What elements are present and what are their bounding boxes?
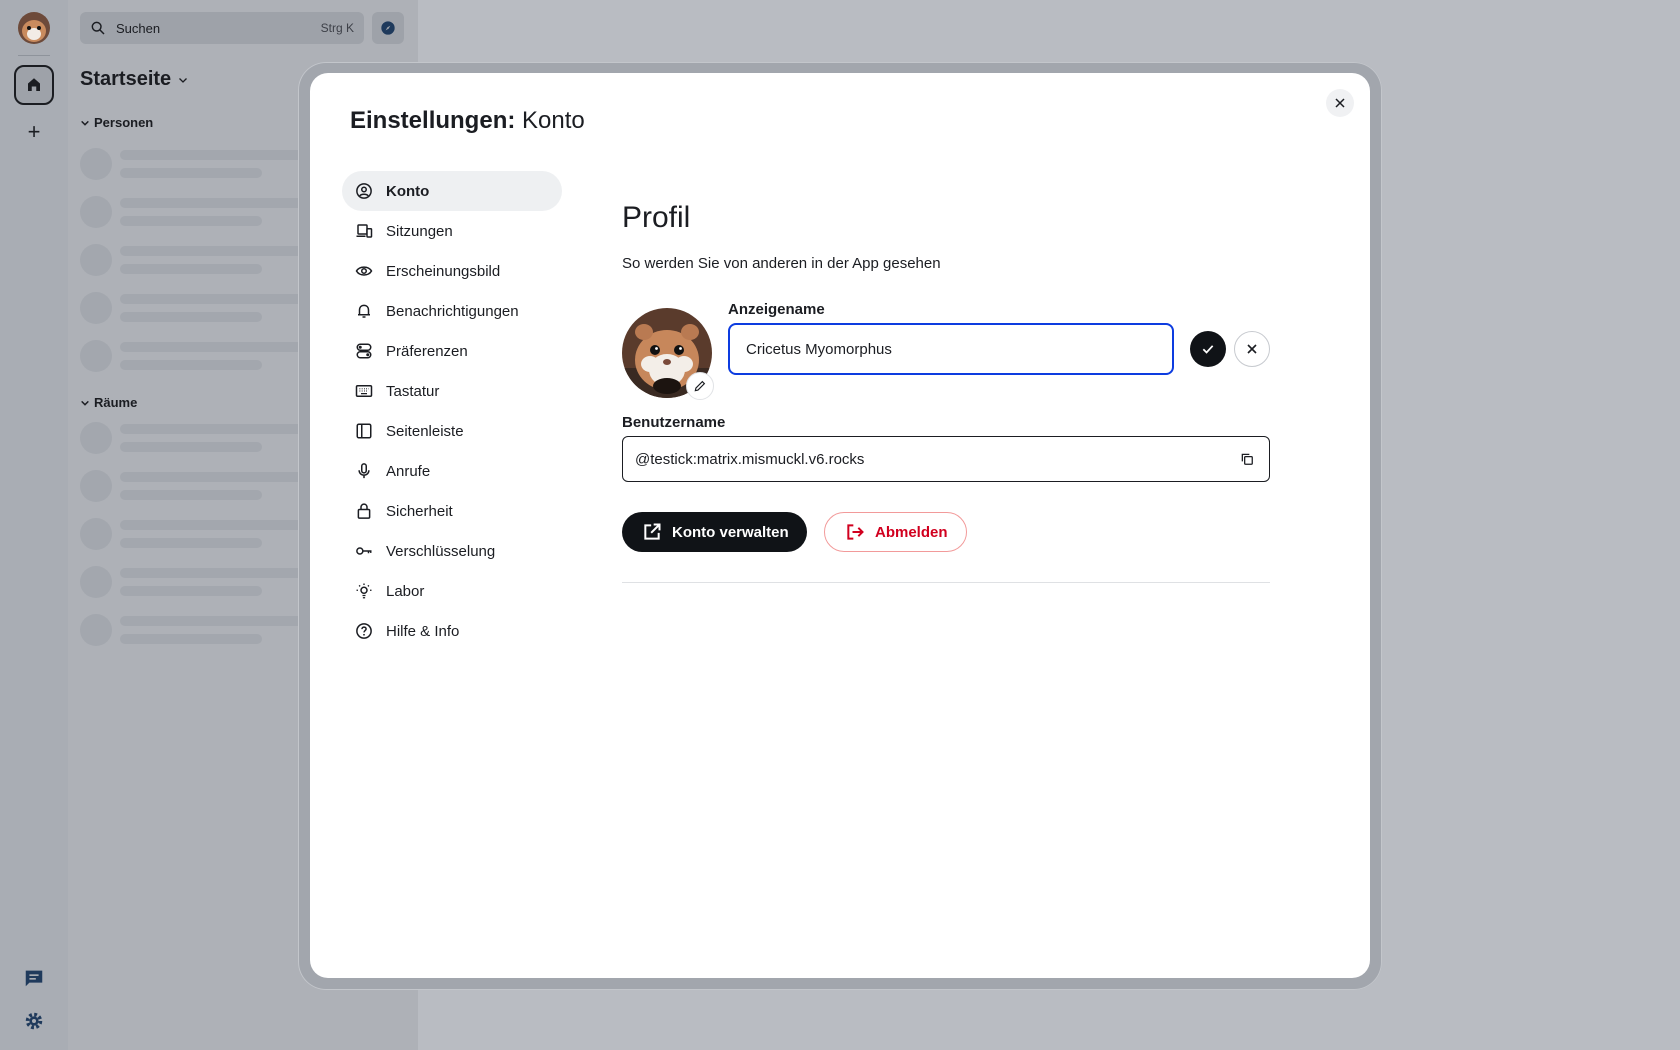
sign-out-icon bbox=[847, 524, 864, 540]
settings-nav: Konto Sitzungen Erscheinungsbild Benachr… bbox=[342, 171, 562, 651]
close-dialog-button[interactable] bbox=[1326, 89, 1354, 117]
spaces-separator bbox=[18, 55, 50, 56]
edit-avatar-button[interactable] bbox=[686, 372, 714, 400]
microphone-icon bbox=[354, 461, 374, 481]
dialog-title-section: Konto bbox=[522, 107, 585, 134]
close-icon bbox=[1335, 98, 1345, 108]
tab-benachrichtigungen[interactable]: Benachrichtigungen bbox=[342, 291, 562, 331]
tab-label: Erscheinungsbild bbox=[386, 262, 501, 280]
help-circle-icon bbox=[354, 621, 374, 641]
dialog-title-prefix: Einstellungen: bbox=[350, 107, 516, 134]
username-field: @testick:matrix.mismuckl.v6.rocks bbox=[622, 436, 1270, 482]
tab-sitzungen[interactable]: Sitzungen bbox=[342, 211, 562, 251]
key-icon bbox=[354, 541, 374, 561]
search-label: Suchen bbox=[116, 20, 161, 36]
display-name-input[interactable] bbox=[728, 323, 1174, 375]
tab-label: Tastatur bbox=[386, 382, 440, 400]
close-icon bbox=[1247, 344, 1257, 354]
logout-button[interactable]: Abmelden bbox=[824, 512, 967, 552]
tab-seitenleiste[interactable]: Seitenleiste bbox=[342, 411, 562, 451]
confirm-display-name-button[interactable] bbox=[1190, 331, 1226, 367]
user-circle-icon bbox=[354, 181, 374, 201]
chevron-down-icon bbox=[81, 120, 89, 126]
tab-label: Sicherheit bbox=[386, 502, 453, 520]
tab-hilfe-info[interactable]: Hilfe & Info bbox=[342, 611, 562, 651]
username-label: Benutzername bbox=[622, 414, 726, 431]
tab-label: Seitenleiste bbox=[386, 422, 464, 440]
search-icon bbox=[91, 21, 105, 35]
home-icon bbox=[28, 78, 40, 91]
explore-rooms-button[interactable] bbox=[372, 12, 404, 44]
settings-dialog: Einstellungen: Konto Konto Sitzungen Ers… bbox=[310, 73, 1370, 978]
tab-label: Präferenzen bbox=[386, 342, 468, 360]
tab-label: Anrufe bbox=[386, 462, 431, 480]
profile-subtitle: So werden Sie von anderen in der App ges… bbox=[622, 255, 941, 272]
tab-erscheinungsbild[interactable]: Erscheinungsbild bbox=[342, 251, 562, 291]
copy-icon[interactable] bbox=[1237, 449, 1257, 469]
bell-icon bbox=[354, 301, 374, 321]
tab-label: Konto bbox=[386, 182, 430, 200]
chevron-down-icon bbox=[179, 77, 188, 83]
username-value: @testick:matrix.mismuckl.v6.rocks bbox=[635, 450, 865, 468]
profile-avatar-container bbox=[622, 308, 714, 400]
tab-tastatur[interactable]: Tastatur bbox=[342, 371, 562, 411]
dialog-title: Einstellungen: Konto bbox=[350, 107, 585, 135]
manage-account-label: Konto verwalten bbox=[672, 523, 789, 541]
tab-praeferenzen[interactable]: Präferenzen bbox=[342, 331, 562, 371]
tab-sicherheit[interactable]: Sicherheit bbox=[342, 491, 562, 531]
tab-label: Benachrichtigungen bbox=[386, 302, 519, 320]
profile-section: Profil So werden Sie von anderen in der … bbox=[622, 201, 1270, 583]
rooms-section-label: Räume bbox=[94, 395, 138, 410]
section-divider bbox=[622, 582, 1270, 583]
user-avatar[interactable] bbox=[18, 12, 50, 44]
search-shortcut: Strg K bbox=[320, 21, 354, 35]
lightbulb-icon bbox=[354, 581, 374, 601]
search-button[interactable]: Suchen Strg K bbox=[80, 12, 364, 44]
sidebar-icon bbox=[354, 421, 374, 441]
tab-anrufe[interactable]: Anrufe bbox=[342, 451, 562, 491]
tab-label: Hilfe & Info bbox=[386, 622, 460, 640]
eye-icon bbox=[354, 261, 374, 281]
home-title: Startseite bbox=[80, 68, 172, 90]
tab-konto[interactable]: Konto bbox=[342, 171, 562, 211]
profile-heading: Profil bbox=[622, 201, 691, 234]
people-section-label: Personen bbox=[94, 115, 154, 130]
check-icon bbox=[1202, 345, 1214, 354]
home-space-button[interactable] bbox=[14, 65, 54, 105]
spaces-bar: + bbox=[0, 0, 68, 1050]
lock-icon bbox=[354, 501, 374, 521]
threads-icon[interactable] bbox=[20, 964, 48, 992]
tab-label: Labor bbox=[386, 582, 425, 600]
chevron-down-icon bbox=[81, 400, 89, 406]
home-header[interactable]: Startseite bbox=[80, 68, 189, 91]
rooms-section-header[interactable]: Räume bbox=[80, 395, 137, 410]
devices-icon bbox=[354, 221, 374, 241]
keyboard-icon bbox=[354, 381, 374, 401]
settings-gear-icon[interactable] bbox=[20, 1007, 48, 1035]
compass-icon bbox=[381, 21, 395, 35]
toggles-icon bbox=[354, 341, 374, 361]
cancel-display-name-button[interactable] bbox=[1234, 331, 1270, 367]
pencil-icon bbox=[694, 380, 706, 392]
tab-label: Verschlüsselung bbox=[386, 542, 496, 560]
external-link-icon bbox=[644, 523, 661, 540]
display-name-label: Anzeigename bbox=[728, 301, 825, 318]
tab-verschluesselung[interactable]: Verschlüsselung bbox=[342, 531, 562, 571]
logout-label: Abmelden bbox=[875, 523, 948, 541]
manage-account-button[interactable]: Konto verwalten bbox=[622, 512, 807, 552]
add-space-button[interactable]: + bbox=[24, 121, 44, 143]
tab-label: Sitzungen bbox=[386, 222, 453, 240]
tab-labor[interactable]: Labor bbox=[342, 571, 562, 611]
people-section-header[interactable]: Personen bbox=[80, 115, 153, 130]
